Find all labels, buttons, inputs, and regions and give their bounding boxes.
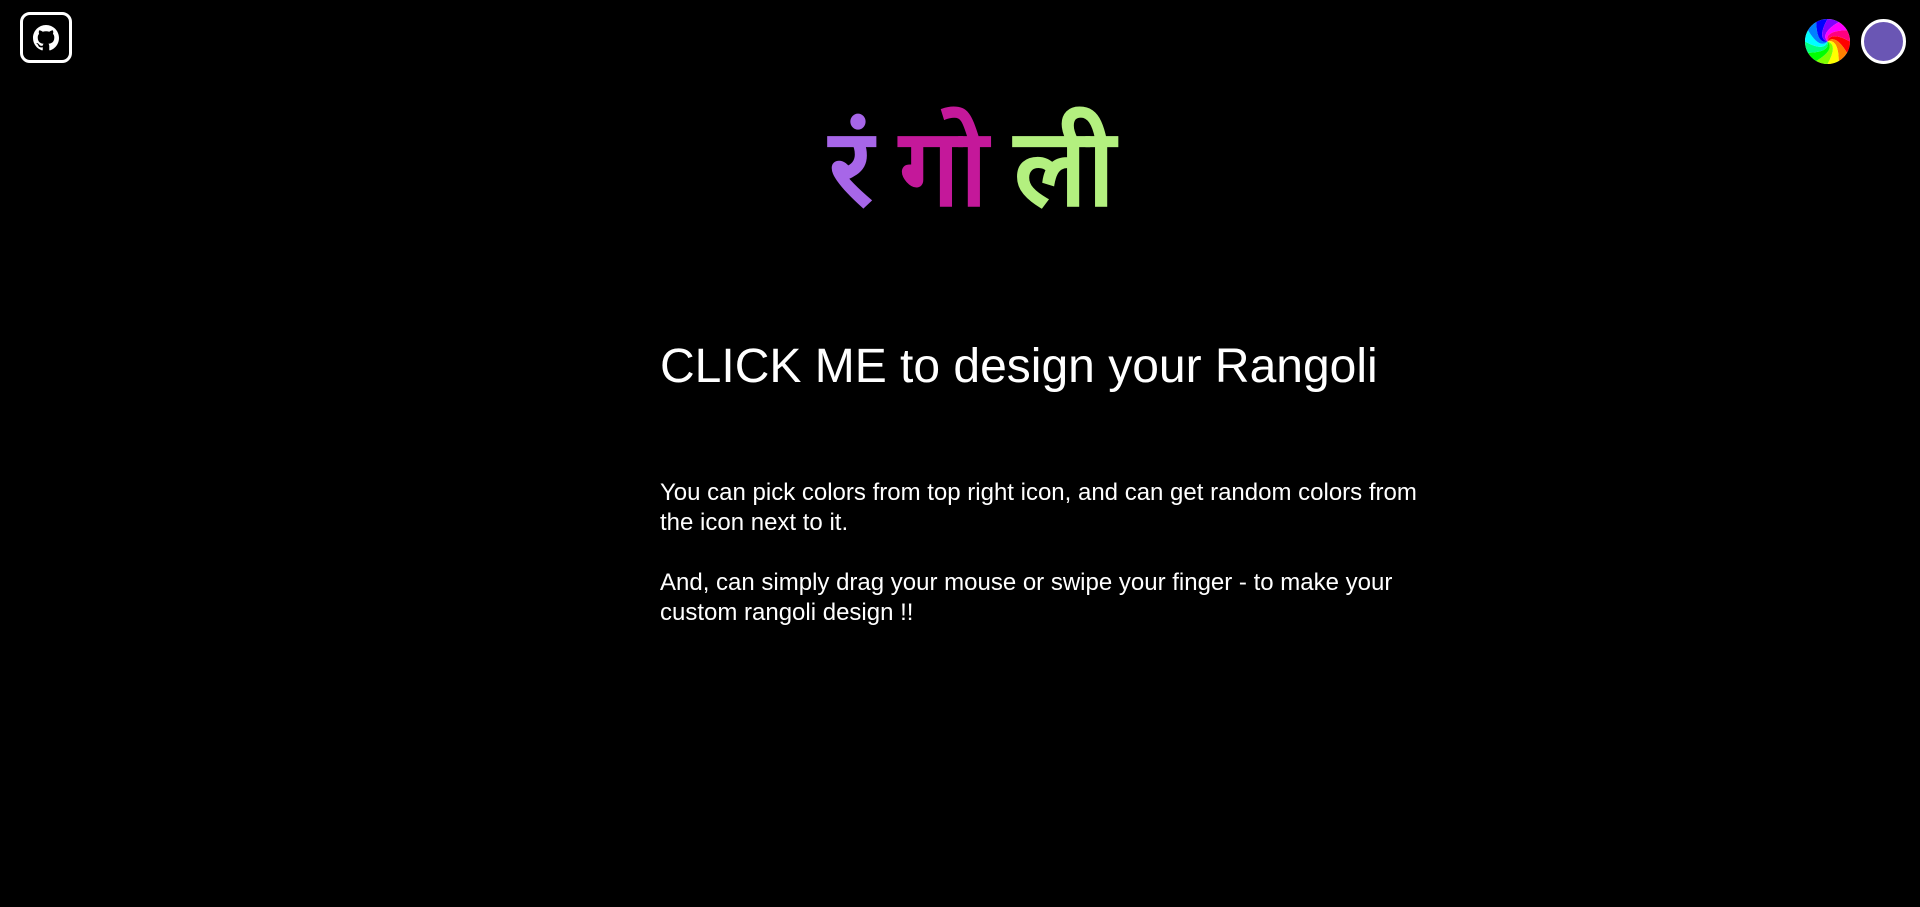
design-rangoli-button[interactable]: CLICK ME to design your Rangoli: [660, 338, 1378, 396]
instruction-drawing: And, can simply drag your mouse or swipe…: [660, 569, 1393, 626]
instructions: You can pick colors from top right icon,…: [660, 478, 1440, 658]
github-link-button[interactable]: [20, 12, 72, 63]
rangoli-page[interactable]: रं गो ली CLICK ME to design your Rangoli Y…: [0, 0, 1920, 907]
github-icon: [33, 24, 59, 51]
color-controls: [1805, 19, 1906, 64]
random-colors-button[interactable]: [1805, 19, 1850, 64]
title-part-ran: रं: [828, 106, 880, 231]
title-part-li: ली: [1013, 106, 1122, 231]
page-title: रं गो ली: [0, 104, 1920, 234]
instruction-colors: You can pick colors from top right icon,…: [660, 479, 1417, 536]
color-picker-button[interactable]: [1861, 19, 1906, 64]
title-part-go: गो: [899, 106, 994, 231]
color-wheel-icon: [1805, 19, 1850, 64]
